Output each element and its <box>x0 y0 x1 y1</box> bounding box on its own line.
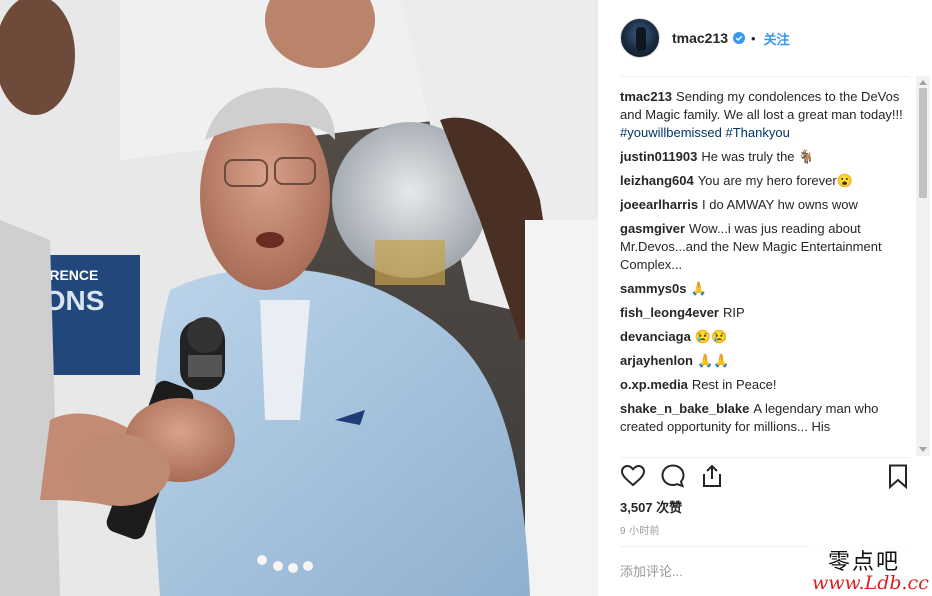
comment-username[interactable]: sammys0s <box>620 281 687 296</box>
divider <box>620 457 910 458</box>
separator-dot: • <box>751 30 756 46</box>
follow-button[interactable]: 关注 <box>764 29 790 48</box>
share-icon[interactable] <box>699 463 727 491</box>
comment-text: Rest in Peace! <box>691 377 777 392</box>
add-comment-input[interactable]: 添加评论... <box>620 561 683 580</box>
list-item: fish_leong4ever RIP <box>620 304 910 322</box>
comments-list: tmac213 Sending my condolences to the DeV… <box>620 88 910 456</box>
comment-username[interactable]: shake_n_bake_blake <box>620 401 749 416</box>
list-item: justin011903 He was truly the 🐐 <box>620 148 910 166</box>
photo-illustration: ERENCE IONS <box>0 0 598 596</box>
comment-username[interactable]: gasmgiver <box>620 221 685 236</box>
caption: tmac213 Sending my condolences to the DeV… <box>620 88 910 142</box>
comment-text: I do AMWAY hw owns wow <box>702 197 858 212</box>
scroll-up-arrow-icon[interactable] <box>919 80 927 85</box>
list-item: shake_n_bake_blake A legendary man who cr… <box>620 400 910 436</box>
list-item: leizhang604 You are my hero forever😮 <box>620 172 910 190</box>
bookmark-icon[interactable] <box>885 463 913 491</box>
comment-text: 🙏🙏 <box>696 353 730 368</box>
hashtag-link[interactable]: #youwillbemissed #Thankyou <box>620 125 790 140</box>
comment-username[interactable]: o.xp.media <box>620 377 688 392</box>
post-photo[interactable]: ERENCE IONS <box>0 0 598 596</box>
comment-text: RIP <box>723 305 745 320</box>
post-header: tmac213 • 关注 <box>598 0 932 76</box>
comments-scrollbar[interactable] <box>916 76 930 456</box>
comment-username[interactable]: tmac213 <box>620 89 672 104</box>
header-username[interactable]: tmac213 <box>672 30 728 46</box>
scrollbar-thumb[interactable] <box>919 88 927 198</box>
action-bar <box>620 463 912 493</box>
heart-icon[interactable] <box>620 463 648 491</box>
comment-username[interactable]: leizhang604 <box>620 173 694 188</box>
list-item: sammys0s 🙏 <box>620 280 910 298</box>
comment-username[interactable]: justin011903 <box>620 149 697 164</box>
divider <box>620 76 910 77</box>
instagram-post: ERENCE IONS tmac213 • 关注 tmac213 Sending… <box>0 0 932 596</box>
watermark-url: www.Ldb.cc <box>812 572 929 594</box>
verified-badge-icon <box>733 32 746 44</box>
list-item: devanciaga 😢😢 <box>620 328 910 346</box>
timestamp[interactable]: 9 小时前 <box>620 522 660 537</box>
comment-username[interactable]: arjayhenlon <box>620 353 693 368</box>
scroll-down-arrow-icon[interactable] <box>919 447 927 452</box>
list-item: o.xp.media Rest in Peace! <box>620 376 910 394</box>
list-item: gasmgiver Wow...i was jus reading about M… <box>620 220 910 274</box>
comment-username[interactable]: devanciaga <box>620 329 691 344</box>
avatar[interactable] <box>620 18 660 58</box>
comment-bubble-icon[interactable] <box>660 463 688 491</box>
comment-text: You are my hero forever😮 <box>697 173 853 188</box>
comment-text: 🙏 <box>690 281 707 296</box>
list-item: arjayhenlon 🙏🙏 <box>620 352 910 370</box>
comment-text: He was truly the 🐐 <box>701 149 815 164</box>
post-side-panel: tmac213 • 关注 tmac213 Sending my condolenc… <box>598 0 932 596</box>
comment-username[interactable]: fish_leong4ever <box>620 305 719 320</box>
list-item: joeearlharris I do AMWAY hw owns wow <box>620 196 910 214</box>
comment-text: 😢😢 <box>694 329 728 344</box>
like-count[interactable]: 3,507 次赞 <box>620 497 682 516</box>
comment-username[interactable]: joeearlharris <box>620 197 698 212</box>
